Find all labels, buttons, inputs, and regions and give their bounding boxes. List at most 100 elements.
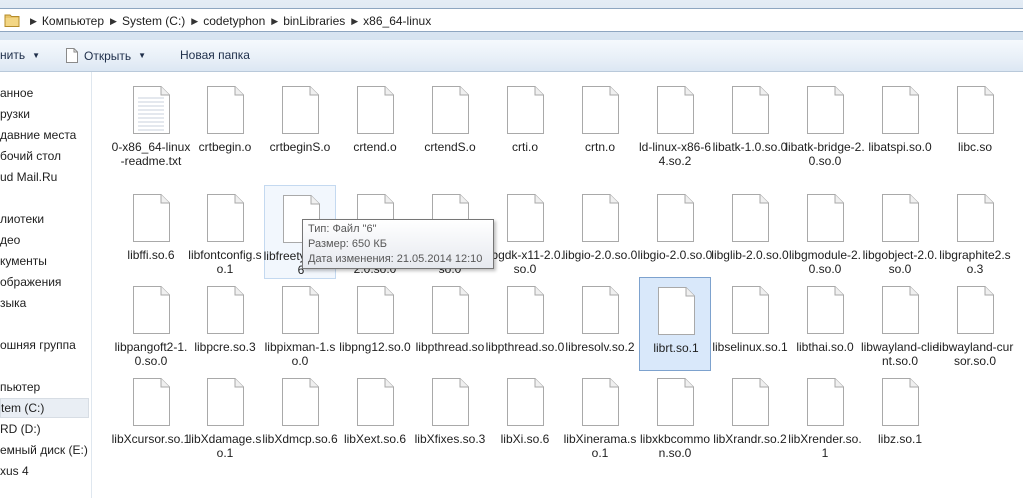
- nav-item[interactable]: ud Mail.Ru: [0, 167, 57, 187]
- nav-item[interactable]: лиотеки: [0, 209, 44, 229]
- tooltip-type: Тип: Файл "6": [308, 223, 377, 235]
- file-item[interactable]: libXi.so.6: [489, 369, 561, 463]
- file-item[interactable]: libselinux.so.1: [712, 277, 788, 371]
- file-item[interactable]: libpthread.so: [414, 277, 486, 371]
- file-item[interactable]: crtbeginS.o: [264, 77, 336, 171]
- file-item[interactable]: libgobject-2.0.so.0: [863, 185, 937, 279]
- file-item[interactable]: libpng12.so.0: [339, 277, 411, 371]
- file-item[interactable]: libgio-2.0.so.0: [563, 185, 637, 279]
- file-item[interactable]: libglib-2.0.so.0: [711, 185, 789, 279]
- file-item[interactable]: libgio-2.0.so.0: [638, 185, 712, 279]
- organize-button[interactable]: нить ▼: [0, 48, 40, 62]
- file-item[interactable]: crtendS.o: [414, 77, 486, 171]
- file-item[interactable]: libatk-1.0.so.0: [713, 77, 787, 171]
- chevron-right-icon[interactable]: ▶: [30, 16, 37, 27]
- file-item[interactable]: libfontconfig.so.1: [188, 185, 262, 279]
- file-item[interactable]: libc.so: [939, 77, 1011, 171]
- nav-item[interactable]: ображения: [0, 272, 61, 292]
- file-item[interactable]: ld-linux-x86-64.so.2: [639, 77, 711, 171]
- file-icon: [432, 378, 469, 426]
- file-item[interactable]: libXrender.so.1: [788, 369, 862, 463]
- file-name: libXfixes.so.3: [414, 432, 486, 446]
- file-item[interactable]: libz.so.1: [864, 369, 936, 463]
- file-icon: [507, 286, 544, 334]
- file-item[interactable]: librt.so.1: [639, 277, 711, 371]
- nav-item[interactable]: емный диск (E:): [0, 440, 88, 460]
- file-item[interactable]: libgmodule-2.0.so.0: [789, 185, 861, 279]
- nav-item[interactable]: зыка: [0, 293, 26, 313]
- file-item[interactable]: crtend.o: [339, 77, 411, 171]
- file-name: libselinux.so.1: [712, 340, 788, 354]
- nav-item[interactable]: рузки: [0, 104, 30, 124]
- file-item[interactable]: libatk-bridge-2.0.so.0: [785, 77, 865, 171]
- file-item[interactable]: libXinerama.so.1: [564, 369, 636, 463]
- breadcrumb-system-c[interactable]: System (C:): [122, 14, 185, 28]
- file-name: libpng12.so.0: [339, 340, 411, 354]
- file-name: libpthread.so.0: [485, 340, 565, 354]
- address-bar[interactable]: ▶ Компьютер ▶ System (C:) ▶ codetyphon ▶…: [0, 8, 1023, 32]
- file-name: libatk-bridge-2.0.so.0: [785, 140, 865, 168]
- file-icon: [207, 194, 244, 242]
- file-icon: [732, 286, 769, 334]
- file-item[interactable]: libXdamage.so.1: [189, 369, 261, 463]
- file-item[interactable]: crti.o: [489, 77, 561, 171]
- file-name: libxkbcommon.so.0: [639, 432, 711, 460]
- file-item[interactable]: libpangoft2-1.0.so.0: [115, 277, 187, 371]
- file-item[interactable]: libgdk-x11-2.0.so.0: [486, 185, 564, 279]
- file-item[interactable]: crtn.o: [564, 77, 636, 171]
- open-button[interactable]: Открыть ▼: [66, 48, 146, 63]
- folder-icon: [4, 14, 20, 27]
- new-folder-button[interactable]: Новая папка: [180, 48, 250, 62]
- chevron-down-icon: ▼: [138, 51, 147, 60]
- file-item[interactable]: libXcursor.so.1: [112, 369, 190, 463]
- breadcrumb-codetyphon[interactable]: codetyphon: [203, 14, 265, 28]
- file-icon: [882, 286, 919, 334]
- file-icon: [882, 86, 919, 134]
- breadcrumb-x86-64-linux[interactable]: x86_64-linux: [363, 14, 431, 28]
- file-name: crtbeginS.o: [269, 140, 331, 154]
- nav-item[interactable]: tem (C:): [0, 398, 89, 418]
- chevron-right-icon[interactable]: ▶: [271, 16, 278, 27]
- file-name: libatspi.so.0: [868, 140, 932, 154]
- file-item[interactable]: crtbegin.o: [189, 77, 261, 171]
- chevron-right-icon[interactable]: ▶: [191, 16, 198, 27]
- file-item[interactable]: libXdmcp.so.6: [262, 369, 338, 463]
- file-item[interactable]: libresolv.so.2: [564, 277, 636, 371]
- nav-item[interactable]: давние места: [0, 125, 76, 145]
- breadcrumb-binlibraries[interactable]: binLibraries: [283, 14, 345, 28]
- file-item[interactable]: libgraphite2.so.3: [939, 185, 1011, 279]
- file-item[interactable]: libpcre.so.3: [189, 277, 261, 371]
- nav-item[interactable]: ошняя группа: [0, 335, 76, 355]
- file-name: libgio-2.0.so.0: [637, 248, 713, 262]
- file-item[interactable]: libffi.so.6: [115, 185, 187, 279]
- file-item[interactable]: libXrandr.so.2: [713, 369, 787, 463]
- nav-item[interactable]: пьютер: [0, 377, 40, 397]
- file-icon: [882, 194, 919, 242]
- nav-item[interactable]: RD (D:): [0, 419, 41, 439]
- file-item[interactable]: libpixman-1.so.0: [264, 277, 336, 371]
- chevron-right-icon[interactable]: ▶: [110, 16, 117, 27]
- file-item[interactable]: libwayland-cursor.so.0: [937, 277, 1013, 371]
- chevron-right-icon[interactable]: ▶: [351, 16, 358, 27]
- nav-item[interactable]: део: [0, 230, 20, 250]
- file-item[interactable]: libwayland-client.so.0: [861, 277, 939, 371]
- file-icon: [282, 86, 319, 134]
- file-icon: [807, 378, 844, 426]
- file-name: ld-linux-x86-64.so.2: [638, 140, 712, 168]
- file-item[interactable]: libXext.so.6: [339, 369, 411, 463]
- nav-item[interactable]: кументы: [0, 251, 47, 271]
- file-icon: [957, 286, 994, 334]
- nav-item[interactable]: бочий стол: [0, 146, 61, 166]
- file-icon: [657, 194, 694, 242]
- file-item[interactable]: libthai.so.0: [789, 277, 861, 371]
- breadcrumb-computer[interactable]: Компьютер: [42, 14, 104, 28]
- file-item[interactable]: libpthread.so.0: [486, 277, 564, 371]
- file-item[interactable]: 0-x86_64-linux-readme.txt: [112, 77, 190, 171]
- file-icon: [357, 286, 394, 334]
- file-item[interactable]: libXfixes.so.3: [414, 369, 486, 463]
- nav-item[interactable]: анное: [0, 83, 33, 103]
- nav-item[interactable]: xus 4: [0, 461, 29, 481]
- file-item[interactable]: libatspi.so.0: [864, 77, 936, 171]
- file-item[interactable]: libxkbcommon.so.0: [639, 369, 711, 463]
- file-icon: [432, 86, 469, 134]
